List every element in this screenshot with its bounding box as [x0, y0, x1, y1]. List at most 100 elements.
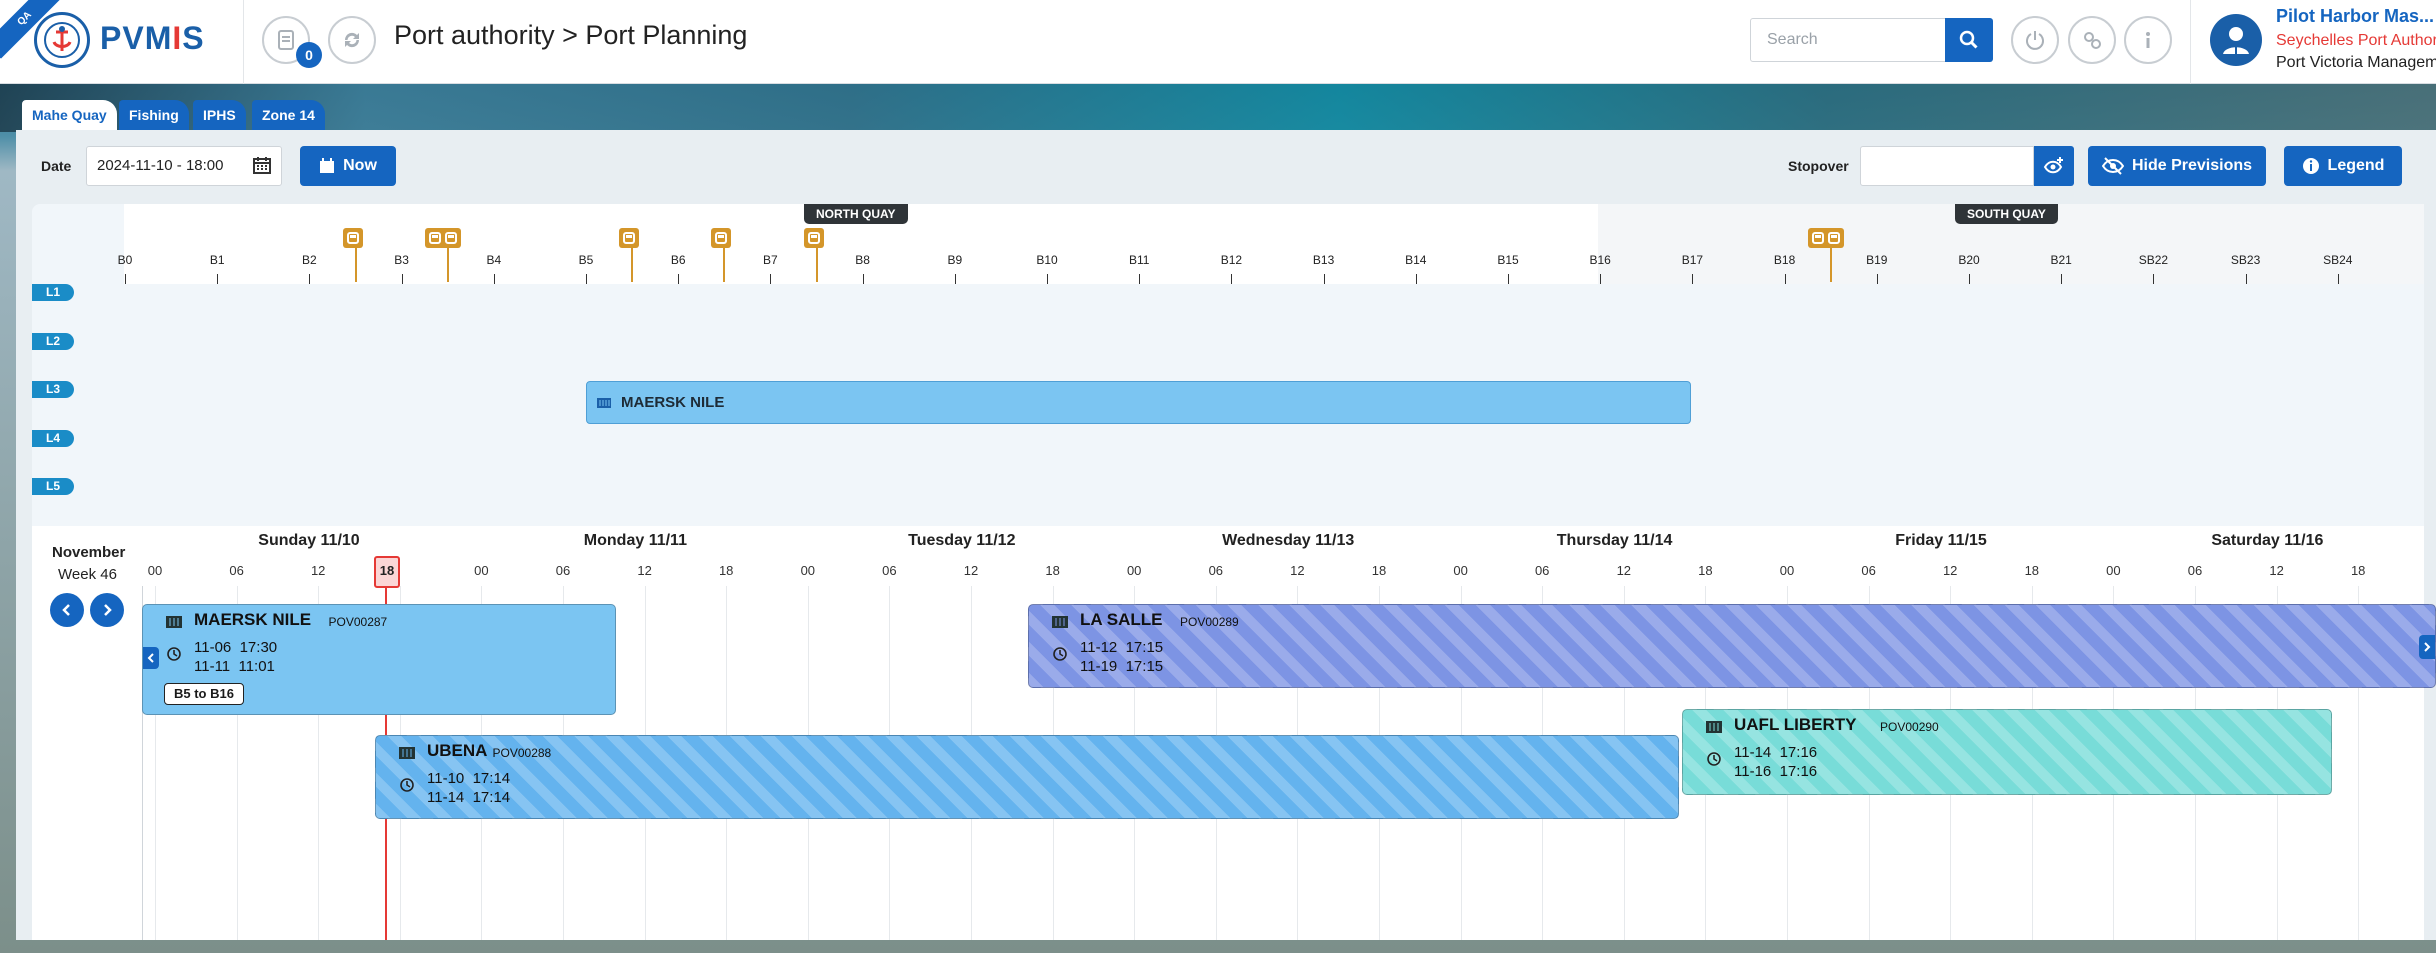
info-icon	[2302, 158, 2319, 174]
container-icon	[1052, 616, 1068, 628]
tab-zone-14[interactable]: Zone 14	[252, 100, 325, 130]
berth-label-b8: B8	[855, 253, 870, 267]
clock-icon	[167, 647, 181, 661]
container-icon	[166, 616, 182, 628]
berth-tick	[1876, 274, 1878, 284]
lane-l1: L1	[32, 284, 74, 301]
ship-end-time: 11-11 11:01	[194, 658, 275, 675]
ship-bar-la-salle[interactable]: LA SALLE POV00289 11-12 17:15 11-19 17:15	[1028, 604, 2436, 688]
brand-logo[interactable]: PVMIS	[100, 20, 205, 57]
day-header: Friday 11/15	[1895, 532, 1987, 549]
berth-facility-marker[interactable]	[342, 228, 363, 248]
info-button[interactable]	[2124, 16, 2172, 64]
info-icon	[2146, 32, 2150, 48]
berth-label-b15: B15	[1497, 253, 1519, 267]
search-button[interactable]	[1945, 18, 1993, 62]
ship-end-time: 11-16 17:16	[1734, 763, 1818, 780]
hour-label: 12	[2269, 563, 2284, 578]
prev-week-button[interactable]	[50, 593, 84, 627]
berth-tick	[678, 274, 680, 284]
south-quay-label: SOUTH QUAY	[1955, 204, 2058, 224]
timeline-month: November	[52, 544, 126, 561]
now-button[interactable]: Now	[300, 146, 396, 186]
berth-tick	[2337, 274, 2339, 284]
calendar-icon	[320, 158, 335, 173]
scroll-right-button[interactable]	[2419, 635, 2435, 659]
clock-icon	[400, 778, 414, 792]
fuel-icon	[715, 232, 728, 244]
tab-iphs[interactable]: IPHS	[193, 100, 246, 130]
top-header: QA PVMIS 0 Port authority > Port Plannin…	[0, 0, 2436, 84]
berth-label-b4: B4	[486, 253, 502, 267]
berth-vessel-maersk-nile[interactable]: MAERSK NILE	[586, 381, 1691, 424]
berth-tick	[770, 274, 772, 284]
berth-facility-marker[interactable]	[619, 228, 640, 248]
berth-label-b19: B19	[1866, 253, 1888, 267]
stopover-input[interactable]	[1860, 146, 2034, 186]
berth-label-b1: B1	[209, 253, 225, 267]
legend-button[interactable]: Legend	[2284, 146, 2402, 186]
refresh-button[interactable]	[328, 16, 376, 64]
berth-facility-marker[interactable]	[424, 228, 461, 248]
notification-count-badge: 0	[296, 42, 322, 68]
berth-label-b20: B20	[1958, 253, 1980, 267]
search-input[interactable]	[1750, 18, 1946, 62]
hour-label: 00	[147, 563, 163, 578]
scroll-left-button[interactable]	[143, 647, 159, 669]
berth-facility-marker[interactable]	[803, 228, 824, 248]
settings-button[interactable]	[2068, 16, 2116, 64]
ship-name: MAERSK NILE	[194, 610, 312, 629]
berth-tick	[1139, 274, 1141, 284]
container-icon	[1706, 721, 1722, 733]
date-label: Date	[41, 158, 72, 174]
chevron-left-icon	[147, 653, 154, 663]
berth-label-b21: B21	[2050, 253, 2072, 267]
chevron-right-icon	[104, 604, 112, 616]
berth-marker-line	[723, 248, 726, 282]
power-button[interactable]	[2011, 16, 2059, 64]
tab-mahe-quay[interactable]: Mahe Quay	[22, 100, 117, 130]
berth-label-b16: B16	[1589, 253, 1611, 267]
chevron-left-icon	[62, 604, 70, 616]
berth-tick	[2153, 274, 2155, 284]
berth-label-sb24: SB24	[2323, 253, 2353, 267]
ship-bar-ubena[interactable]: UBENA POV00288 11-10 17:14 11-14 17:14	[375, 735, 1679, 819]
hour-label: 00	[1453, 563, 1468, 578]
hour-label: 18	[2350, 563, 2366, 578]
berth-facility-marker[interactable]	[1807, 228, 1844, 248]
berth-label-b12: B12	[1220, 253, 1243, 267]
ship-name: UBENA	[427, 741, 488, 760]
user-unit: Port Victoria Managem	[2276, 54, 2436, 71]
ship-bar-uafl-liberty[interactable]: UAFL LIBERTY POV00290 11-14 17:16 11-16 17:…	[1682, 709, 2332, 795]
berth-marker-line	[631, 248, 634, 282]
calendar-icon[interactable]	[252, 155, 272, 175]
user-avatar[interactable]	[2210, 14, 2262, 66]
berth-facility-marker[interactable]	[711, 228, 732, 248]
berth-vessel-name: MAERSK NILE	[621, 394, 725, 411]
refresh-icon	[344, 32, 360, 48]
stopover-view-button[interactable]	[2034, 146, 2074, 186]
hour-label: 00	[2106, 563, 2121, 578]
user-icon	[2223, 27, 2249, 54]
timeline-week: Week 46	[58, 566, 117, 583]
hour-label: 12	[1616, 563, 1632, 578]
ship-berth-range: B5 to B16	[164, 683, 244, 705]
ship-code: POV00287	[328, 615, 388, 629]
fuel-icon	[346, 232, 359, 244]
berth-tick	[1692, 274, 1694, 284]
hour-label: 18	[1045, 563, 1060, 578]
ship-code: POV00290	[1880, 720, 1939, 734]
next-week-button[interactable]	[90, 593, 124, 627]
berth-marker-line	[446, 248, 449, 282]
stopover-label: Stopover	[1788, 158, 1849, 174]
brand-prefix: PVM	[100, 20, 173, 56]
ship-bar-maersk-nile[interactable]: MAERSK NILE POV00287 11-06 17:30 11-11 11:0…	[142, 604, 616, 715]
fuel-icon	[1811, 232, 1824, 244]
divider	[243, 0, 244, 84]
search-icon	[1959, 30, 1978, 49]
hide-previsions-button[interactable]: Hide Previsions	[2088, 146, 2266, 186]
fuel-icon	[428, 232, 441, 244]
tab-fishing[interactable]: Fishing	[119, 100, 189, 130]
ship-start-time: 11-14 17:16	[1734, 744, 1818, 761]
user-name[interactable]: Pilot Harbor Mas...	[2276, 6, 2434, 27]
